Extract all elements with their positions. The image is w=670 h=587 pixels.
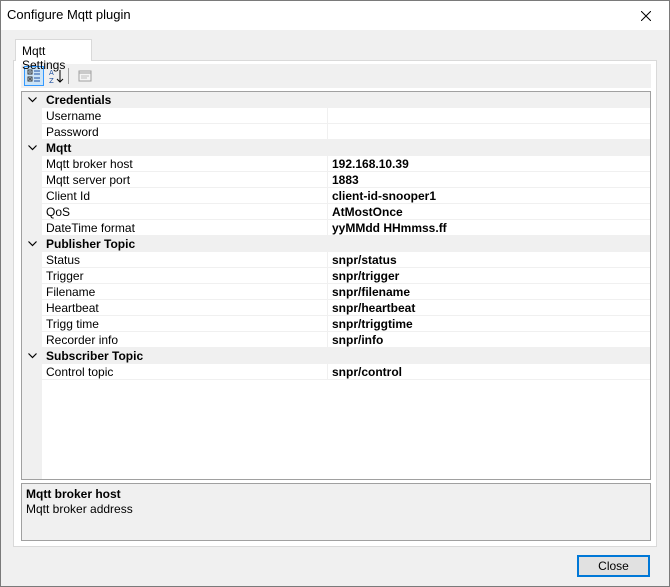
toolbar-separator [68,68,69,84]
chevron-down-icon [27,144,37,150]
property-value[interactable]: snpr/info [328,332,650,348]
chevron-down-icon [27,96,37,102]
property-row[interactable]: QoS AtMostOnce [22,203,650,220]
property-row[interactable]: Mqtt server port 1883 [22,171,650,188]
collapse-toggle[interactable] [22,92,42,108]
help-pane: Mqtt broker host Mqtt broker address [21,483,651,541]
category-credentials[interactable]: Credentials [22,92,650,108]
help-description: Mqtt broker address [26,502,133,516]
property-row[interactable]: Client Id client-id-snooper1 [22,187,650,204]
property-row[interactable]: Username [22,107,650,124]
property-row[interactable]: Password [22,123,650,140]
property-row[interactable]: Trigger snpr/trigger [22,267,650,284]
category-mqtt[interactable]: Mqtt [22,140,650,156]
collapse-toggle[interactable] [22,348,42,364]
property-pages-icon [78,70,92,82]
property-row[interactable]: Control topic snpr/control [22,363,650,380]
property-row[interactable]: Filename snpr/filename [22,283,650,300]
property-row[interactable]: Status snpr/status [22,251,650,268]
close-button[interactable]: Close [577,555,650,577]
category-label: Mqtt [46,140,72,155]
tab-mqtt-settings[interactable]: Mqtt Settings [15,39,92,72]
property-name: QoS [22,203,328,220]
category-label: Subscriber Topic [46,348,144,363]
property-name: Mqtt broker host [22,155,328,172]
property-row[interactable]: Recorder info snpr/info [22,331,650,348]
property-row[interactable]: DateTime format yyMMdd HHmmss.ff [22,219,650,236]
dialog-window: Configure Mqtt plugin Mqtt Settings A Z [0,0,670,587]
collapse-toggle[interactable] [22,236,42,252]
title-bar: Configure Mqtt plugin [1,1,669,30]
property-name: Filename [22,283,328,300]
property-name: Status [22,251,328,268]
property-row[interactable]: Heartbeat snpr/heartbeat [22,299,650,316]
chevron-down-icon [27,352,37,358]
help-title: Mqtt broker host [26,487,121,501]
property-value[interactable] [328,124,650,140]
property-value[interactable]: snpr/triggtime [328,316,650,332]
window-close-button[interactable] [623,1,669,30]
property-name: Trigger [22,267,328,284]
property-name: Client Id [22,187,328,204]
property-row[interactable]: Trigg time snpr/triggtime [22,315,650,332]
category-label: Credentials [46,92,112,107]
property-name: Password [22,123,328,140]
property-value[interactable]: snpr/heartbeat [328,300,650,316]
chevron-down-icon [27,240,37,246]
property-pages-button[interactable] [75,66,95,86]
close-icon [641,10,651,21]
category-label: Publisher Topic [46,236,136,251]
property-value[interactable]: client-id-snooper1 [328,188,650,204]
property-value[interactable] [328,108,650,124]
property-grid: Credentials Username Password Mqtt Mqtt … [21,91,651,480]
property-value[interactable]: 1883 [328,172,650,188]
property-name: Recorder info [22,331,328,348]
property-row[interactable]: Mqtt broker host 192.168.10.39 [22,155,650,172]
property-name: DateTime format [22,219,328,236]
window-title: Configure Mqtt plugin [7,7,131,22]
property-value[interactable]: snpr/control [328,364,650,380]
property-name: Control topic [22,363,328,380]
category-publisher-topic[interactable]: Publisher Topic [22,236,650,252]
property-value[interactable]: snpr/trigger [328,268,650,284]
property-grid-toolbar: A Z [21,64,651,88]
property-value[interactable]: snpr/status [328,252,650,268]
property-value[interactable]: 192.168.10.39 [328,156,650,172]
property-value[interactable]: snpr/filename [328,284,650,300]
property-name: Heartbeat [22,299,328,316]
property-value[interactable]: yyMMdd HHmmss.ff [328,220,650,236]
svg-text:Z: Z [49,77,54,84]
property-name: Username [22,107,328,124]
property-name: Mqtt server port [22,171,328,188]
property-value[interactable]: AtMostOnce [328,204,650,220]
property-name: Trigg time [22,315,328,332]
category-subscriber-topic[interactable]: Subscriber Topic [22,348,650,364]
collapse-toggle[interactable] [22,140,42,156]
